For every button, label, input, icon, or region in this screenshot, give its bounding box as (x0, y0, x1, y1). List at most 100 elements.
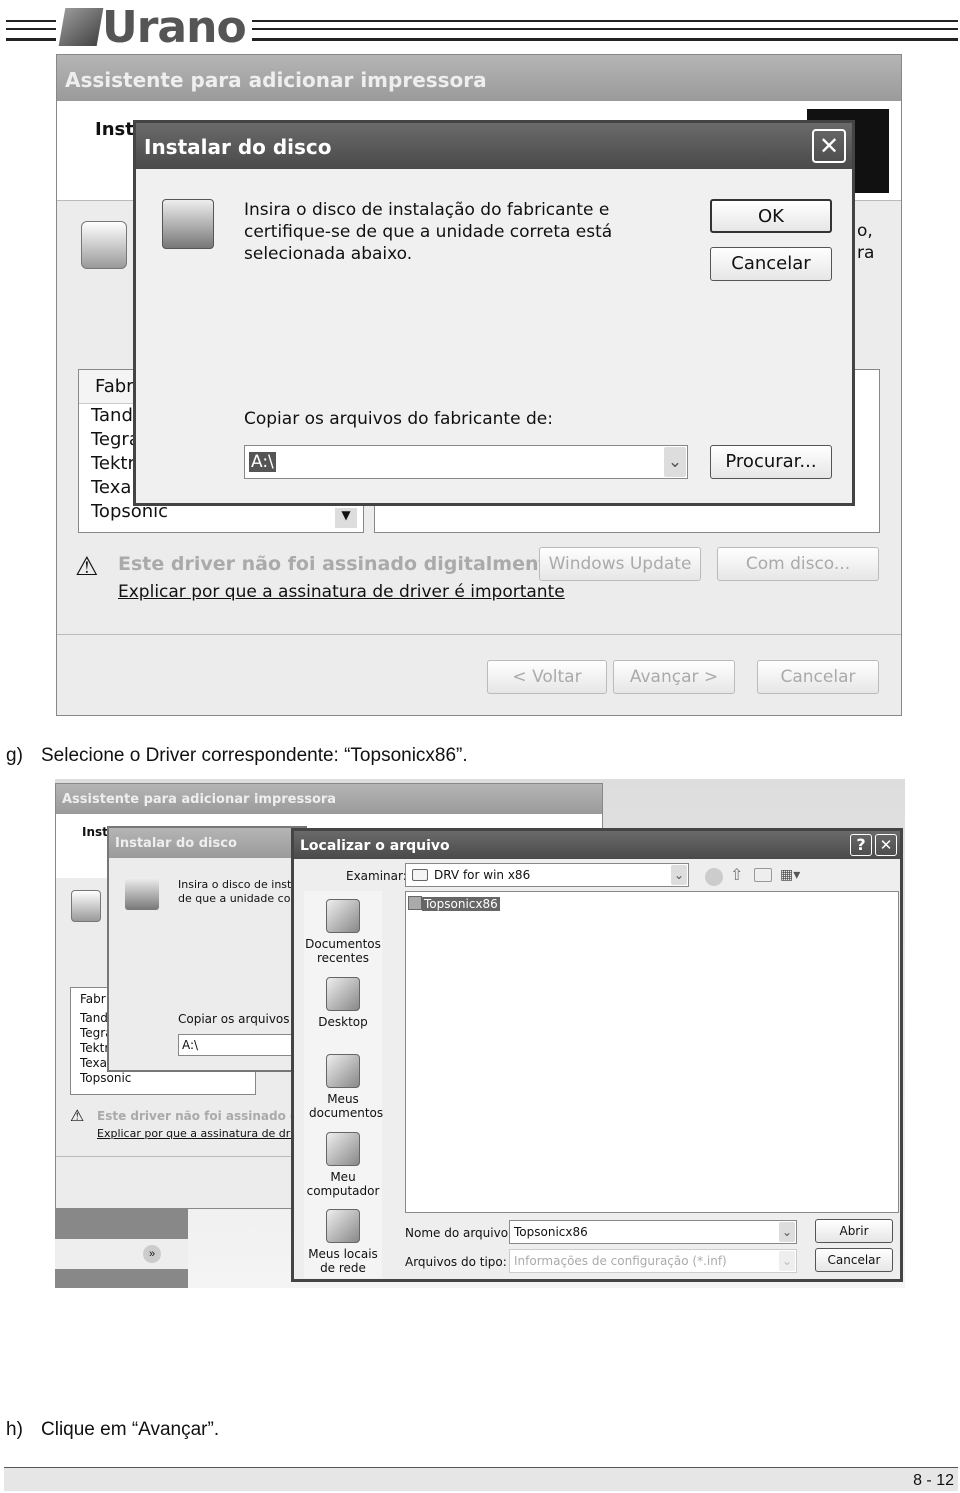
place-label[interactable]: Meus locais de rede (308, 1247, 378, 1275)
signature-info-link[interactable]: Explicar por que a assinatura de driver (97, 1127, 311, 1140)
filetype-label: Arquivos do tipo: (405, 1255, 507, 1269)
look-in-label: Examinar: (346, 869, 407, 883)
place-desktop[interactable]: Desktop (295, 977, 391, 1029)
step-h-caption: h) Clique em “Avançar”. (6, 1419, 219, 1441)
back-icon[interactable] (705, 868, 723, 886)
open-button[interactable]: Abrir (815, 1219, 893, 1243)
look-in-combobox[interactable]: DRV for win x86 ⌄ (405, 863, 689, 887)
warning-text: Este driver não foi assinado dig (97, 1109, 312, 1123)
place-label[interactable]: Meus documentos (309, 1092, 383, 1120)
urano-logo: Urano (58, 2, 247, 53)
copy-from-value[interactable]: A:\ (249, 452, 276, 472)
view-menu-icon[interactable]: ▦▾ (780, 867, 800, 883)
taskpane-bar (55, 1239, 188, 1269)
warning-icon: ⚠ (70, 1106, 85, 1125)
new-folder-icon[interactable] (754, 868, 772, 882)
disk-drive-icon (162, 199, 214, 249)
wizard-heading: Inst (82, 825, 108, 839)
windows-update-button[interactable]: Windows Update (539, 547, 701, 581)
up-folder-icon[interactable]: ⇧ (730, 865, 743, 884)
file-name[interactable]: Topsonicx86 (422, 897, 500, 911)
chevron-down-icon[interactable]: ⌄ (779, 1251, 795, 1271)
side-text: o, (857, 221, 873, 241)
page-footer: 8 - 12 (4, 1467, 958, 1491)
place-label[interactable]: Documentos recentes (305, 937, 381, 965)
place-label[interactable]: Desktop (318, 1015, 368, 1029)
printer-icon (71, 890, 101, 922)
disk-drive-icon (125, 878, 159, 910)
warning-icon: ⚠ (75, 552, 99, 582)
filename-label: Nome do arquivo: (405, 1226, 513, 1240)
dialog-title: Localizar o arquivo (300, 838, 450, 854)
ok-button[interactable]: OK (710, 199, 832, 233)
look-in-value[interactable]: DRV for win x86 (434, 868, 530, 882)
list-item[interactable]: Topsonic (80, 1071, 246, 1086)
place-my-computer[interactable]: Meu computador (295, 1132, 391, 1198)
recent-documents-icon (326, 899, 360, 933)
printer-icon (81, 221, 127, 269)
cancel-button[interactable]: Cancelar (757, 660, 879, 694)
close-button[interactable]: ✕ (812, 129, 846, 163)
copy-from-label: Copiar os arquivos do (178, 1012, 309, 1026)
place-network[interactable]: Meus locais de rede (295, 1209, 391, 1275)
have-disk-button[interactable]: Com disco... (717, 547, 879, 581)
screenshot2-install-disk-dialog: Instalar do disco Insira o disco de inst… (107, 826, 318, 1072)
wizard-title: Assistente para adicionar impressora (62, 792, 337, 807)
my-documents-icon (326, 1054, 360, 1088)
instructions-text: Insira o disco de instalação do fabrican… (244, 200, 613, 264)
dialog-title-bar: Instalar do disco (109, 828, 305, 858)
open-dialog-cancel-button[interactable]: Cancelar (815, 1248, 893, 1272)
chevron-down-icon[interactable]: ⌄ (779, 1222, 795, 1242)
step-letter: g) (6, 745, 23, 766)
logo-mark-icon (58, 8, 104, 46)
file-item[interactable]: Topsonicx86 (408, 894, 500, 914)
wizard-title-bar: Assistente para adicionar impressora (57, 55, 901, 101)
screenshot2: Assistente para adicionar impressora Ins… (55, 779, 905, 1288)
place-my-documents[interactable]: Meus documentos (295, 1054, 391, 1120)
chevron-down-icon[interactable]: ⌄ (664, 447, 686, 477)
step-text: Selecione o Driver correspondente: “Tops… (41, 745, 468, 766)
filename-combobox[interactable]: Topsonicx86 ⌄ (509, 1220, 797, 1244)
filename-value[interactable]: Topsonicx86 (514, 1225, 588, 1239)
filetype-value[interactable]: Informações de configuração (*.inf) (514, 1254, 727, 1268)
copy-from-label: Copiar os arquivos do fabricante de: (244, 409, 553, 429)
side-text: ra (857, 243, 875, 263)
instructions-text: de que a unidade corr (178, 892, 300, 905)
dialog-cancel-button[interactable]: Cancelar (710, 247, 832, 281)
open-file-dialog: Localizar o arquivo ? ✕ Examinar: DRV fo… (291, 828, 903, 1282)
scroll-down-button[interactable]: ▼ (335, 508, 357, 528)
copy-from-combobox[interactable]: A:\ ⌄ (244, 445, 688, 479)
browse-button[interactable]: Procurar... (710, 445, 832, 479)
filetype-combobox[interactable]: Informações de configuração (*.inf) ⌄ (509, 1249, 797, 1273)
network-places-icon (326, 1209, 360, 1243)
my-computer-icon (326, 1132, 360, 1166)
close-button[interactable]: ✕ (875, 834, 897, 856)
copy-from-value[interactable]: A:\ (182, 1038, 198, 1052)
install-disk-dialog: Instalar do disco ✕ Insira o disco de in… (133, 120, 855, 506)
help-button[interactable]: ? (850, 834, 872, 856)
desktop-icon (326, 977, 360, 1011)
page-number: 8 - 12 (913, 1472, 954, 1489)
dialog-title: Instalar do disco (144, 135, 332, 159)
dialog-title: Instalar do disco (115, 836, 237, 851)
place-recent-documents[interactable]: Documentos recentes (295, 899, 391, 965)
taskpane-background: » (55, 1209, 188, 1288)
inf-file-icon (408, 896, 422, 910)
wizard-title: Assistente para adicionar impressora (65, 68, 487, 92)
chevron-down-icon[interactable]: ⌄ (671, 865, 687, 885)
place-label[interactable]: Meu computador (307, 1170, 380, 1198)
warning-text: Este driver não foi assinado digitalment… (118, 553, 570, 575)
step-text: Clique em “Avançar”. (41, 1419, 220, 1440)
file-list[interactable]: Topsonicx86 (405, 891, 899, 1213)
next-button[interactable]: Avançar > (613, 660, 735, 694)
places-bar: Documentos recentes Desktop Meus documen… (304, 891, 383, 1278)
back-button[interactable]: < Voltar (487, 660, 607, 694)
wizard-heading: Inst (95, 119, 134, 140)
install-disk-title-bar: Instalar do disco ✕ (136, 123, 852, 169)
open-dialog-title-bar: Localizar o arquivo ? ✕ (294, 831, 900, 859)
folder-icon (412, 869, 428, 881)
wizard-title-bar: Assistente para adicionar impressora (56, 784, 602, 814)
expand-icon[interactable]: » (143, 1245, 161, 1263)
divider (57, 634, 901, 635)
signature-info-link[interactable]: Explicar por que a assinatura de driver … (118, 582, 565, 602)
